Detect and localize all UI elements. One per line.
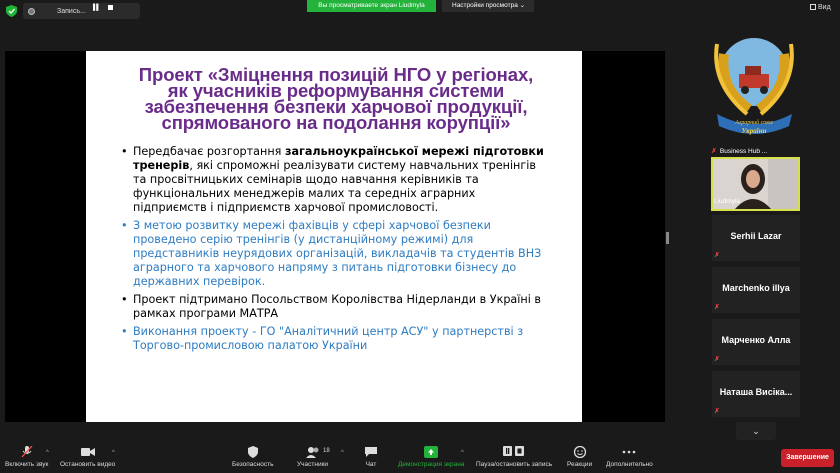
audio-options-caret[interactable]: ^ — [46, 450, 49, 456]
participant-tile[interactable]: Serhii Lazar ✗ — [712, 215, 800, 261]
muted-mic-icon: ✗ — [714, 408, 720, 415]
more-label: Дополнительно — [606, 461, 653, 468]
chevron-down-icon: ⌄ — [519, 2, 526, 9]
participant-tile-label: ✗ Business Hub ... — [711, 147, 768, 156]
bullet-item: • Проект підтримано Посольством Королівс… — [121, 293, 544, 321]
pause-share-button[interactable]: Пауза/остановить запись — [476, 446, 552, 468]
shared-screen: Проект «Зміцнення позицій НГО у регіонах… — [5, 51, 665, 422]
chat-label: Чат — [365, 461, 377, 468]
chat-button[interactable]: Чат — [364, 446, 378, 468]
muted-mic-icon: ✗ — [714, 356, 720, 363]
participant-name: Business Hub ... — [719, 147, 768, 155]
participants-icon — [305, 447, 319, 458]
video-options-caret[interactable]: ^ — [112, 450, 115, 456]
share-options-caret[interactable]: ^ — [461, 450, 464, 456]
slide-title: Проект «Зміцнення позицій НГО у регіонах… — [128, 65, 544, 133]
participant-tile[interactable]: Марченко Алла ✗ — [712, 319, 800, 365]
pause-share-label: Пауза/остановить запись — [476, 461, 553, 468]
more-icon — [623, 450, 636, 454]
unmute-label: Включить звук — [5, 461, 49, 468]
participant-name: Marchenko illya — [722, 283, 790, 293]
view-options-label: Настройки просмотра — [452, 2, 518, 9]
muted-mic-icon — [21, 446, 33, 458]
record-icon — [28, 7, 35, 15]
chevron-down-icon: ⌄ — [752, 426, 760, 436]
participants-options-caret[interactable]: ^ — [341, 450, 344, 456]
bullet-item: • Виконання проекту - ГО "Аналітичний це… — [121, 325, 544, 353]
recording-indicator[interactable]: Запись... — [23, 3, 140, 19]
participants-label: Участники — [297, 461, 329, 468]
meeting-toolbar: Включить звук ^ Остановить видео ^ Безоп… — [0, 440, 840, 473]
smiley-icon — [573, 446, 586, 458]
participant-tile-label: Liudmyla — [714, 198, 740, 205]
record-label: Запись... — [57, 7, 86, 15]
logo-text-top: Аграрний союз — [734, 119, 773, 126]
shield-icon[interactable] — [6, 5, 17, 17]
bullet-marker: • — [121, 325, 128, 338]
reactions-button[interactable]: Реакции — [567, 446, 592, 468]
slide-bullets: • Передбачає розгортання загальноукраїнс… — [121, 145, 544, 353]
participant-tile[interactable]: Наташа Висіка... ✗ — [712, 371, 800, 417]
participant-name: Наташа Висіка... — [719, 387, 793, 397]
presentation-slide: Проект «Зміцнення позицій НГО у регіонах… — [86, 51, 582, 422]
bullet-marker: • — [121, 293, 128, 306]
bullet-text: , які спроможні реалізувати систему навч… — [133, 159, 536, 214]
reactions-label: Реакции — [567, 461, 593, 468]
agrarian-union-logo: Аграрний союз України — [714, 38, 794, 135]
video-camera-icon — [80, 448, 95, 456]
muted-mic-icon: ✗ — [714, 252, 720, 259]
zoom-window: Запись... ▌▌ Вы просматриваете экран Liu… — [0, 0, 840, 473]
share-screen-label: Демонстрация экрана — [398, 461, 465, 468]
pause-recording-icon[interactable]: ▌▌ — [93, 5, 100, 11]
participants-count: 18 — [323, 448, 330, 454]
viewing-banner: Вы просматриваете экран Liudmyla — [307, 0, 436, 12]
slide-title-line: спрямованого на подолання корупції» — [161, 112, 511, 133]
share-screen-button[interactable]: Демонстрация экрана — [398, 446, 464, 468]
stop-video-button[interactable]: Остановить видео — [60, 446, 115, 468]
logo-text-bottom: України — [742, 127, 767, 135]
participant-name: Liudmyla — [714, 198, 741, 205]
pause-stop-icon — [503, 446, 525, 456]
stop-video-label: Остановить видео — [60, 461, 116, 468]
scroll-down-button[interactable]: ⌄ — [736, 422, 776, 440]
muted-mic-icon: ✗ — [714, 304, 720, 311]
participant-tile[interactable]: Marchenko illya ✗ — [712, 267, 800, 313]
participant-name: Марченко Алла — [721, 335, 791, 345]
muted-mic-icon: ✗ — [711, 148, 717, 155]
bullet-marker: • — [121, 219, 128, 232]
shield-icon — [247, 446, 258, 458]
view-options-menu[interactable]: Настройки просмотра ⌄ — [442, 0, 534, 12]
bullet-marker: • — [121, 145, 128, 158]
bullet-item: • Передбачає розгортання загальноукраїнс… — [121, 145, 544, 215]
share-screen-icon — [424, 446, 439, 458]
bullet-item: • З метою розвитку мережі фахівців у сфе… — [121, 219, 544, 289]
bullet-text: З метою розвитку мережі фахівців у сфері… — [133, 219, 542, 288]
resize-handle[interactable] — [666, 232, 669, 244]
participant-panel: Аграрний союз України ✗ Business Hub ...… — [709, 0, 840, 473]
active-speaker-video[interactable]: Liudmyla — [711, 157, 800, 211]
end-meeting-button[interactable]: Завершение — [781, 449, 834, 467]
bullet-text: Передбачає розгортання — [133, 145, 285, 158]
unmute-button[interactable]: Включить звук — [5, 446, 48, 468]
security-button[interactable]: Безопасность — [232, 446, 273, 468]
stop-recording-icon[interactable] — [108, 5, 113, 10]
bullet-text: Проект підтримано Посольством Королівств… — [133, 293, 541, 320]
security-label: Безопасность — [232, 461, 274, 468]
bullet-text: Виконання проекту - ГО "Аналітичний цент… — [133, 325, 524, 352]
participant-name: Serhii Lazar — [730, 231, 782, 241]
chat-icon — [365, 447, 377, 457]
more-button[interactable]: Дополнительно — [606, 446, 653, 468]
